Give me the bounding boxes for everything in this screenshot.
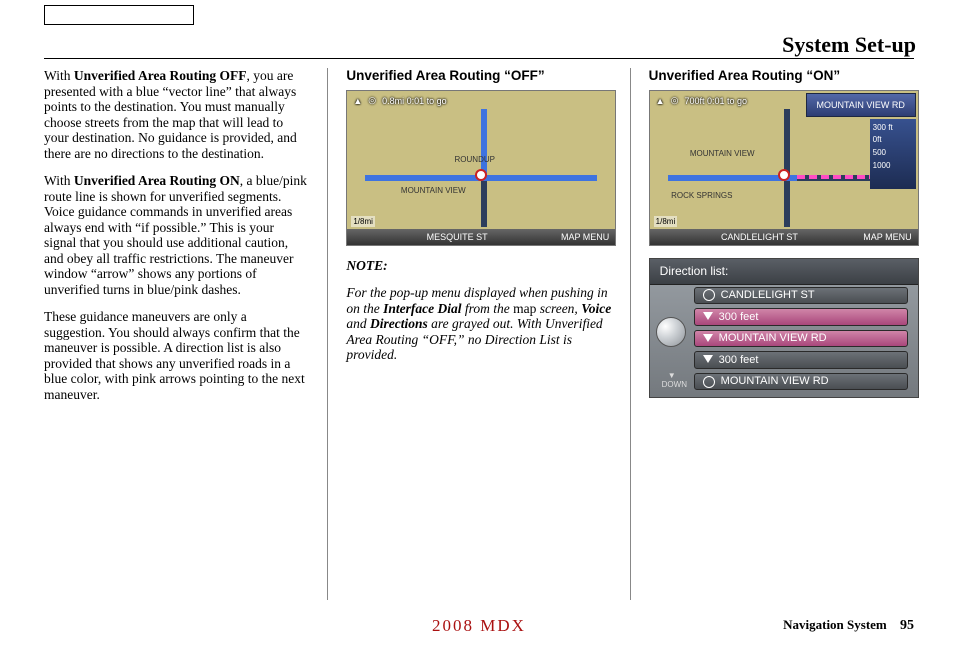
page-title: System Set-up — [782, 32, 916, 57]
section-name: Navigation System — [783, 617, 887, 632]
list-item-label: 300 feet — [719, 311, 759, 324]
route-icon — [703, 376, 715, 388]
street-label: MOUNTAIN VIEW — [690, 149, 755, 158]
down-text: DOWN — [662, 380, 687, 389]
page-footer: 2008 MDX Navigation System 95 — [44, 618, 914, 634]
gps-icon: ◎ — [368, 95, 376, 106]
next-street-sign: MOUNTAIN VIEW RD — [806, 93, 916, 117]
map-screenshot-off: ▲ ◎ 0.8mi 0:01 to go ROUNDUP MOUNTAIN VI… — [346, 90, 616, 246]
direction-list-body: CANDLELIGHT ST 300 feet MOUNTAIN VIEW RD… — [694, 287, 908, 391]
page-number: 95 — [900, 618, 914, 633]
list-item: CANDLELIGHT ST — [694, 287, 908, 305]
list-item: MOUNTAIN VIEW RD — [694, 373, 908, 391]
street-label: MOUNTAIN VIEW — [401, 186, 466, 195]
destination-icon — [778, 169, 790, 181]
span: , a blue/pink route line is shown for un… — [44, 173, 307, 297]
para-off: With Unverified Area Routing OFF, you ar… — [44, 68, 309, 161]
map-menu-label: MAP MENU — [863, 232, 911, 242]
para-on: With Unverified Area Routing ON, a blue/… — [44, 173, 309, 297]
arrow-down-icon — [703, 334, 713, 344]
direction-list-title: Direction list: — [650, 259, 918, 286]
direction-list-panel: Direction list: ▼DOWN CANDLELIGHT ST 300… — [649, 258, 919, 398]
list-item: MOUNTAIN VIEW RD — [694, 330, 908, 348]
brand-logo-box — [44, 5, 194, 25]
map-bottom-bar: CANDLELIGHT ST MAP MENU — [650, 229, 918, 245]
span: and — [346, 316, 370, 331]
map-screenshot-on: ▲ ◎ 700ft 0:01 to go MOUNTAIN VIEW RD 30… — [649, 90, 919, 246]
north-icon: ▲ — [656, 96, 665, 106]
subhead-off: Unverified Area Routing “OFF” — [346, 68, 611, 84]
list-item-label: CANDLELIGHT ST — [721, 289, 815, 302]
gps-icon: ◎ — [671, 95, 679, 106]
unverified-route — [797, 175, 877, 181]
span: screen, — [536, 301, 581, 316]
north-icon: ▲ — [353, 96, 362, 106]
down-arrow-label: ▼DOWN — [662, 371, 682, 389]
street-label: ROUNDUP — [455, 155, 495, 164]
current-street: MESQUITE ST — [427, 232, 488, 242]
list-item-label: MOUNTAIN VIEW RD — [719, 332, 827, 345]
interface-dial-icon — [656, 317, 686, 347]
distance-time: 0.8mi 0:01 to go — [382, 96, 447, 106]
subhead-on: Unverified Area Routing “ON” — [649, 68, 914, 84]
scale-val: 500 — [873, 147, 913, 160]
span: With — [44, 173, 74, 188]
span: map — [513, 301, 536, 316]
scale-val: 300 ft — [873, 122, 913, 135]
footer-right: Navigation System 95 — [783, 618, 914, 634]
note-label: NOTE: — [346, 258, 611, 274]
map-bottom-bar: MESQUITE ST MAP MENU — [347, 229, 615, 245]
span: from the — [461, 301, 513, 316]
map-menu-label: MAP MENU — [561, 232, 609, 242]
arrow-down-icon — [703, 312, 713, 322]
strong: Unverified Area Routing ON — [74, 173, 240, 188]
map-top-info: ▲ ◎ 0.8mi 0:01 to go — [349, 93, 613, 109]
list-item-label: MOUNTAIN VIEW RD — [721, 375, 829, 388]
scale-val: 1000 — [873, 160, 913, 173]
map-scale: 1/8mi — [351, 216, 375, 227]
title-rule — [44, 58, 914, 59]
strong: Interface Dial — [383, 301, 461, 316]
note-body: For the pop-up menu displayed when pushi… — [346, 285, 611, 363]
map-scale: 1/8mi — [654, 216, 678, 227]
strong: Voice — [581, 301, 611, 316]
route-icon — [703, 289, 715, 301]
street-label: ROCK SPRINGS — [671, 191, 732, 200]
column-3: Unverified Area Routing “ON” ▲ ◎ 700ft 0… — [630, 68, 914, 600]
current-street: CANDLELIGHT ST — [721, 232, 798, 242]
list-item-label: 300 feet — [719, 354, 759, 367]
arrow-down-icon — [703, 355, 713, 365]
distance-time: 700ft 0:01 to go — [684, 96, 747, 106]
distance-scale: 300 ft 0ft 500 1000 — [870, 119, 916, 189]
column-2: Unverified Area Routing “OFF” ▲ ◎ 0.8mi … — [327, 68, 611, 600]
strong: Unverified Area Routing OFF — [74, 68, 247, 83]
strong: Directions — [370, 316, 428, 331]
vehicle-model: 2008 MDX — [432, 616, 526, 636]
content-columns: With Unverified Area Routing OFF, you ar… — [44, 68, 914, 600]
scale-val: 0ft — [873, 134, 913, 147]
list-item: 300 feet — [694, 351, 908, 369]
list-item: 300 feet — [694, 308, 908, 326]
para-suggestion: These guidance maneuvers are only a sugg… — [44, 309, 309, 402]
column-1: With Unverified Area Routing OFF, you ar… — [44, 68, 309, 600]
span: With — [44, 68, 74, 83]
